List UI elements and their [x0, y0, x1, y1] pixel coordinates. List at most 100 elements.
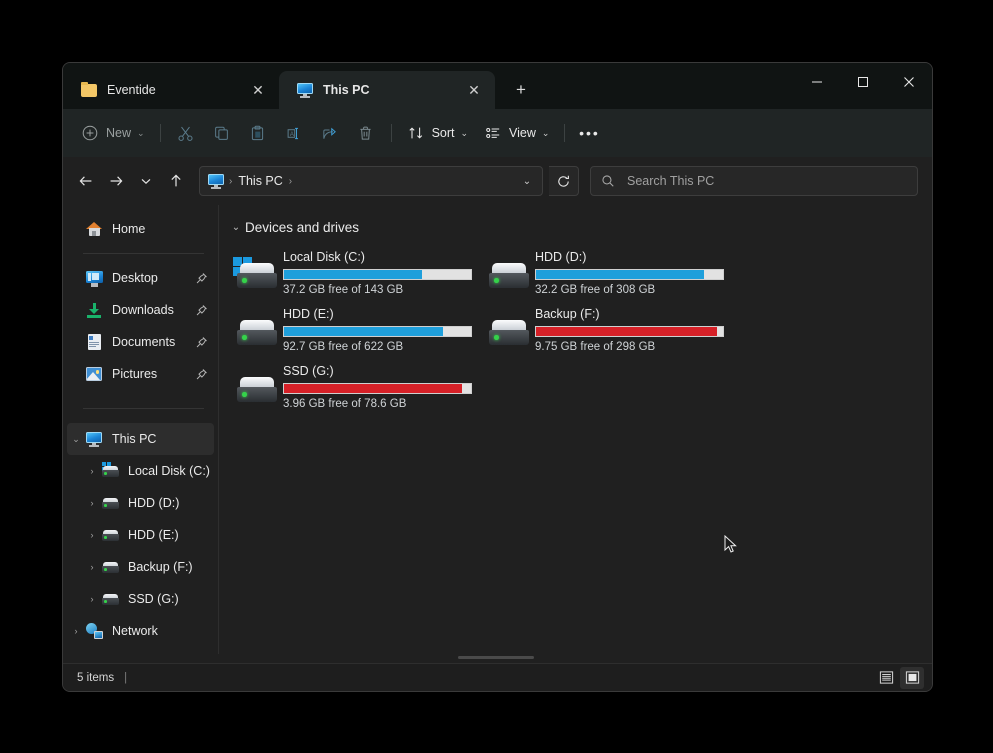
status-bar: 5 items | — [63, 663, 932, 691]
capacity-bar — [283, 326, 472, 337]
sidebar-item-downloads[interactable]: Downloads — [67, 294, 214, 326]
up-button[interactable] — [161, 166, 191, 196]
back-button[interactable] — [71, 166, 101, 196]
downloads-icon — [85, 301, 103, 319]
drive-tile-ssd-g[interactable]: SSD (G:) 3.96 GB free of 78.6 GB — [233, 359, 485, 416]
sidebar-item-desktop[interactable]: Desktop — [67, 262, 214, 294]
drive-tile-hdd-d[interactable]: HDD (D:) 32.2 GB free of 308 GB — [485, 245, 737, 302]
item-count-label: 5 items — [77, 671, 115, 684]
drive-name: SSD (G:) — [283, 364, 334, 378]
sidebar-item-pictures[interactable]: Pictures — [67, 358, 214, 390]
capacity-bar-fill — [284, 384, 462, 393]
status-separator: | — [124, 671, 128, 684]
sidebar-item-backup-f[interactable]: › Backup (F:) — [67, 551, 214, 583]
window-body: Home Desktop Downloads Documents Picture… — [63, 205, 932, 654]
drive-free-space: 92.7 GB free of 622 GB — [283, 341, 404, 353]
chevron-down-icon[interactable]: ⌄ — [227, 222, 245, 233]
search-input[interactable]: Search This PC — [627, 174, 714, 188]
file-explorer-window: Eventide ✕ This PC ✕ + New ⌄ A Sort ⌄ Vi… — [62, 62, 933, 692]
sidebar-item-label: Documents — [112, 335, 176, 349]
title-bar: Eventide ✕ This PC ✕ + — [63, 63, 932, 109]
paste-button[interactable] — [240, 117, 276, 149]
mouse-cursor — [724, 534, 738, 554]
horizontal-scrollbar[interactable] — [63, 654, 932, 663]
capacity-bar — [283, 269, 472, 280]
chevron-right-icon[interactable]: › — [83, 530, 101, 540]
capacity-bar-fill — [536, 270, 705, 279]
breadcrumb-item-this-pc[interactable]: This PC — [235, 174, 285, 188]
window-controls — [794, 63, 932, 101]
chevron-right-icon[interactable]: › — [83, 562, 101, 572]
group-header-devices-and-drives[interactable]: ⌄ Devices and drives — [227, 213, 932, 241]
home-icon — [85, 220, 103, 238]
sidebar-item-label: Desktop — [112, 271, 158, 285]
search-box[interactable]: Search This PC — [590, 166, 918, 196]
toolbar-divider — [390, 124, 392, 142]
sidebar-divider — [83, 408, 204, 409]
address-row: › This PC › ⌄ Search This PC — [63, 157, 932, 205]
sidebar-item-this-pc[interactable]: ⌄ This PC — [67, 423, 214, 455]
drive-free-space: 3.96 GB free of 78.6 GB — [283, 398, 407, 410]
sidebar-item-label: Backup (F:) — [128, 560, 193, 574]
tab-label: Eventide — [107, 83, 156, 97]
windows-drive-icon — [101, 461, 119, 480]
monitor-icon — [208, 173, 224, 189]
close-button[interactable] — [886, 63, 932, 101]
sidebar-item-local-disk-c[interactable]: › Local Disk (C:) — [67, 455, 214, 487]
minimize-button[interactable] — [794, 63, 840, 101]
sidebar-item-home[interactable]: Home — [67, 213, 214, 245]
pin-icon[interactable] — [195, 272, 208, 285]
chevron-down-icon[interactable]: ⌄ — [67, 434, 85, 445]
view-button[interactable]: View ⌄ — [476, 117, 557, 149]
sidebar-item-label: Home — [112, 222, 146, 236]
content-pane[interactable]: ⌄ Devices and drives Local Disk (C:) 37.… — [219, 205, 932, 654]
recent-locations-button[interactable] — [131, 166, 161, 196]
share-button[interactable] — [312, 117, 348, 149]
sidebar-item-label: Pictures — [112, 367, 158, 381]
sort-button[interactable]: Sort ⌄ — [399, 117, 476, 149]
drive-name: Backup (F:) — [535, 307, 600, 321]
scrollbar-thumb[interactable] — [458, 656, 534, 659]
chevron-right-icon[interactable]: › — [67, 626, 85, 636]
drive-icon — [233, 371, 277, 405]
details-view-button[interactable] — [874, 667, 898, 689]
new-button[interactable]: New ⌄ — [73, 117, 153, 149]
address-bar[interactable]: › This PC › ⌄ — [199, 166, 543, 196]
drive-tile-local-disk-c[interactable]: Local Disk (C:) 37.2 GB free of 143 GB — [233, 245, 485, 302]
sidebar-item-ssd-g[interactable]: › SSD (G:) — [67, 583, 214, 615]
tab-close-button[interactable]: ✕ — [245, 77, 271, 103]
drive-tile-hdd-e[interactable]: HDD (E:) 92.7 GB free of 622 GB — [233, 302, 485, 359]
tab-close-button[interactable]: ✕ — [461, 77, 487, 103]
chevron-right-icon[interactable]: › — [83, 498, 101, 508]
large-icons-view-button[interactable] — [900, 666, 924, 689]
rename-button[interactable]: A — [276, 117, 312, 149]
capacity-bar-fill — [284, 327, 443, 336]
copy-button[interactable] — [204, 117, 240, 149]
breadcrumb-separator: › — [229, 175, 233, 187]
sidebar-item-hdd-d[interactable]: › HDD (D:) — [67, 487, 214, 519]
tab-this-pc[interactable]: This PC ✕ — [279, 71, 495, 109]
maximize-button[interactable] — [840, 63, 886, 101]
address-dropdown-button[interactable]: ⌄ — [514, 168, 540, 194]
more-options-button[interactable]: ••• — [572, 117, 606, 149]
delete-button[interactable] — [348, 117, 384, 149]
sidebar-divider — [83, 253, 204, 254]
sidebar-item-documents[interactable]: Documents — [67, 326, 214, 358]
chevron-right-icon[interactable]: › — [83, 594, 101, 604]
pin-icon[interactable] — [195, 304, 208, 317]
chevron-right-icon[interactable]: › — [83, 466, 101, 476]
sidebar-item-label: Local Disk (C:) — [128, 464, 210, 478]
pin-icon[interactable] — [195, 336, 208, 349]
sidebar-item-label: HDD (E:) — [128, 528, 179, 542]
drive-tile-backup-f[interactable]: Backup (F:) 9.75 GB free of 298 GB — [485, 302, 737, 359]
cut-button[interactable] — [168, 117, 204, 149]
forward-button[interactable] — [101, 166, 131, 196]
view-icon — [484, 124, 502, 142]
sidebar-item-hdd-e[interactable]: › HDD (E:) — [67, 519, 214, 551]
new-tab-button[interactable]: + — [505, 74, 537, 106]
sidebar-item-network[interactable]: › Network — [67, 615, 214, 647]
tab-eventide[interactable]: Eventide ✕ — [63, 71, 279, 109]
refresh-button[interactable] — [549, 166, 579, 196]
sidebar-item-label: SSD (G:) — [128, 592, 179, 606]
pin-icon[interactable] — [195, 368, 208, 381]
